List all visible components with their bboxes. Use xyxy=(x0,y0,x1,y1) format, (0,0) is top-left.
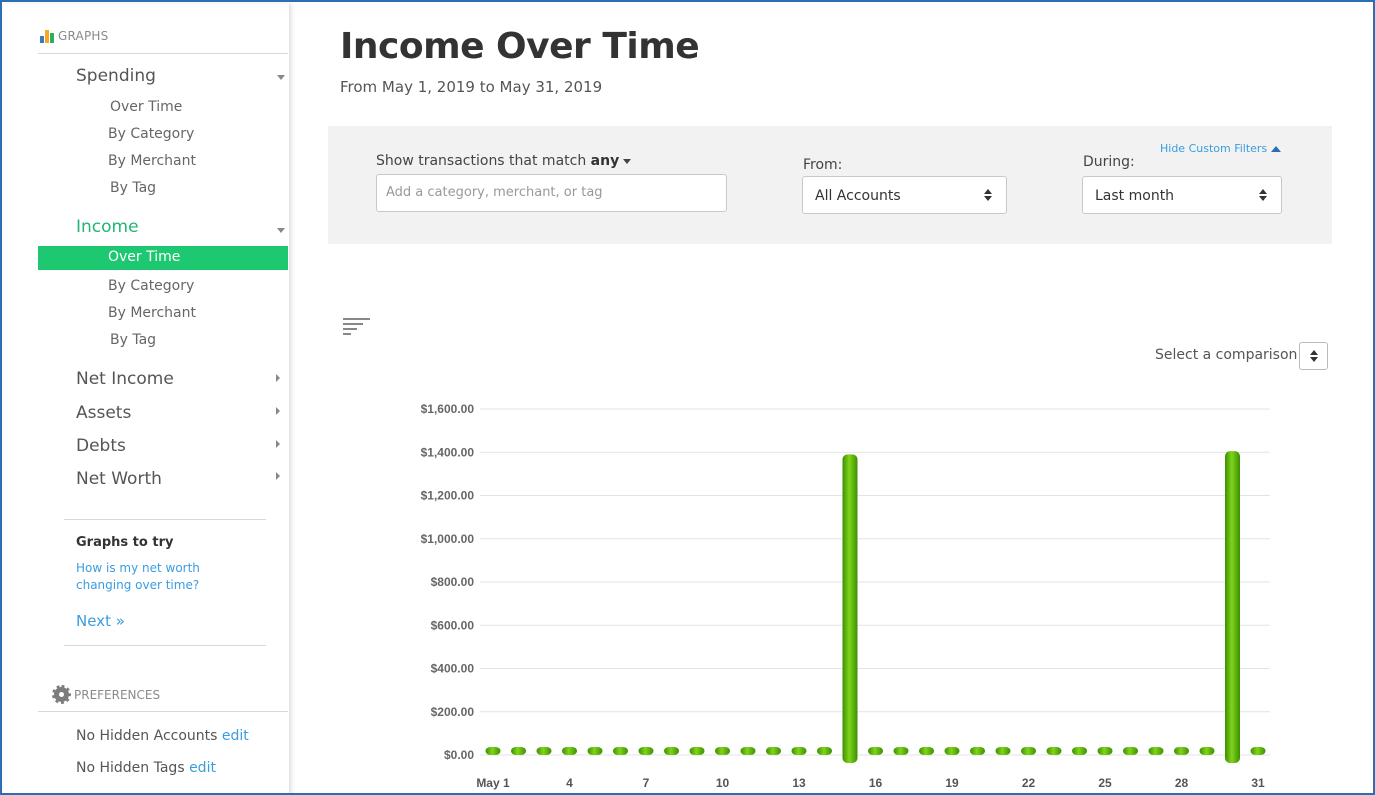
bar-day-26[interactable] xyxy=(1123,747,1138,755)
app-window: GRAPHS Spending Over Time By Category By… xyxy=(0,0,1375,795)
x-tick-label: 4 xyxy=(566,776,573,790)
bar-day-8[interactable] xyxy=(664,747,679,755)
bar-day-24[interactable] xyxy=(1072,747,1087,755)
bar-day-2[interactable] xyxy=(511,747,526,755)
bar-day-27[interactable] xyxy=(1148,747,1164,755)
bar-day-15[interactable] xyxy=(842,454,858,763)
bar-day-21[interactable] xyxy=(995,747,1011,755)
bar-day-18[interactable] xyxy=(919,747,934,755)
y-tick-label: $200.00 xyxy=(431,705,475,719)
bar-day-12[interactable] xyxy=(766,747,781,755)
bar-day-31[interactable] xyxy=(1250,747,1266,755)
y-tick-label: $0.00 xyxy=(444,748,474,762)
bar-day-30[interactable] xyxy=(1225,451,1240,763)
bar-day-25[interactable] xyxy=(1097,747,1113,755)
x-tick-label: 16 xyxy=(869,776,883,790)
y-tick-label: $400.00 xyxy=(431,662,475,676)
x-tick-label: 28 xyxy=(1175,776,1189,790)
x-tick-label: May 1 xyxy=(476,776,510,790)
y-tick-label: $600.00 xyxy=(431,618,475,632)
bar-day-11[interactable] xyxy=(740,747,756,755)
y-tick-label: $1,400.00 xyxy=(421,445,475,459)
y-tick-label: $800.00 xyxy=(431,575,475,589)
bar-day-17[interactable] xyxy=(893,747,909,755)
x-tick-label: 10 xyxy=(716,776,730,790)
bar-day-23[interactable] xyxy=(1046,747,1062,755)
bar-day-7[interactable] xyxy=(638,747,654,755)
bar-day-1[interactable] xyxy=(485,747,501,755)
bar-day-4[interactable] xyxy=(562,747,577,755)
bar-day-19[interactable] xyxy=(944,747,960,755)
income-bar-chart: $0.00 $200.00 $400.00 $600.00 $800.00 $1,000.… xyxy=(421,402,1270,790)
x-tick-label: 7 xyxy=(643,776,650,790)
y-tick-label: $1,600.00 xyxy=(421,402,475,416)
bar-day-14[interactable] xyxy=(817,747,832,755)
bar-day-6[interactable] xyxy=(613,747,628,755)
bar-day-3[interactable] xyxy=(536,747,552,755)
bar-day-10[interactable] xyxy=(715,747,730,755)
x-tick-label: 25 xyxy=(1098,776,1112,790)
x-tick-label: 19 xyxy=(945,776,959,790)
bar-day-16[interactable] xyxy=(868,747,883,755)
x-tick-label: 13 xyxy=(792,776,806,790)
x-tick-label: 31 xyxy=(1251,776,1265,790)
bar-day-20[interactable] xyxy=(970,747,985,755)
bar-day-9[interactable] xyxy=(689,747,705,755)
bar-day-28[interactable] xyxy=(1174,747,1189,755)
bar-day-5[interactable] xyxy=(587,747,603,755)
y-tick-label: $1,000.00 xyxy=(421,532,475,546)
bar-day-22[interactable] xyxy=(1021,747,1036,755)
y-tick-label: $1,200.00 xyxy=(421,489,475,503)
x-tick-label: 22 xyxy=(1022,776,1036,790)
bar-day-29[interactable] xyxy=(1199,747,1215,755)
bar-day-13[interactable] xyxy=(791,747,807,755)
